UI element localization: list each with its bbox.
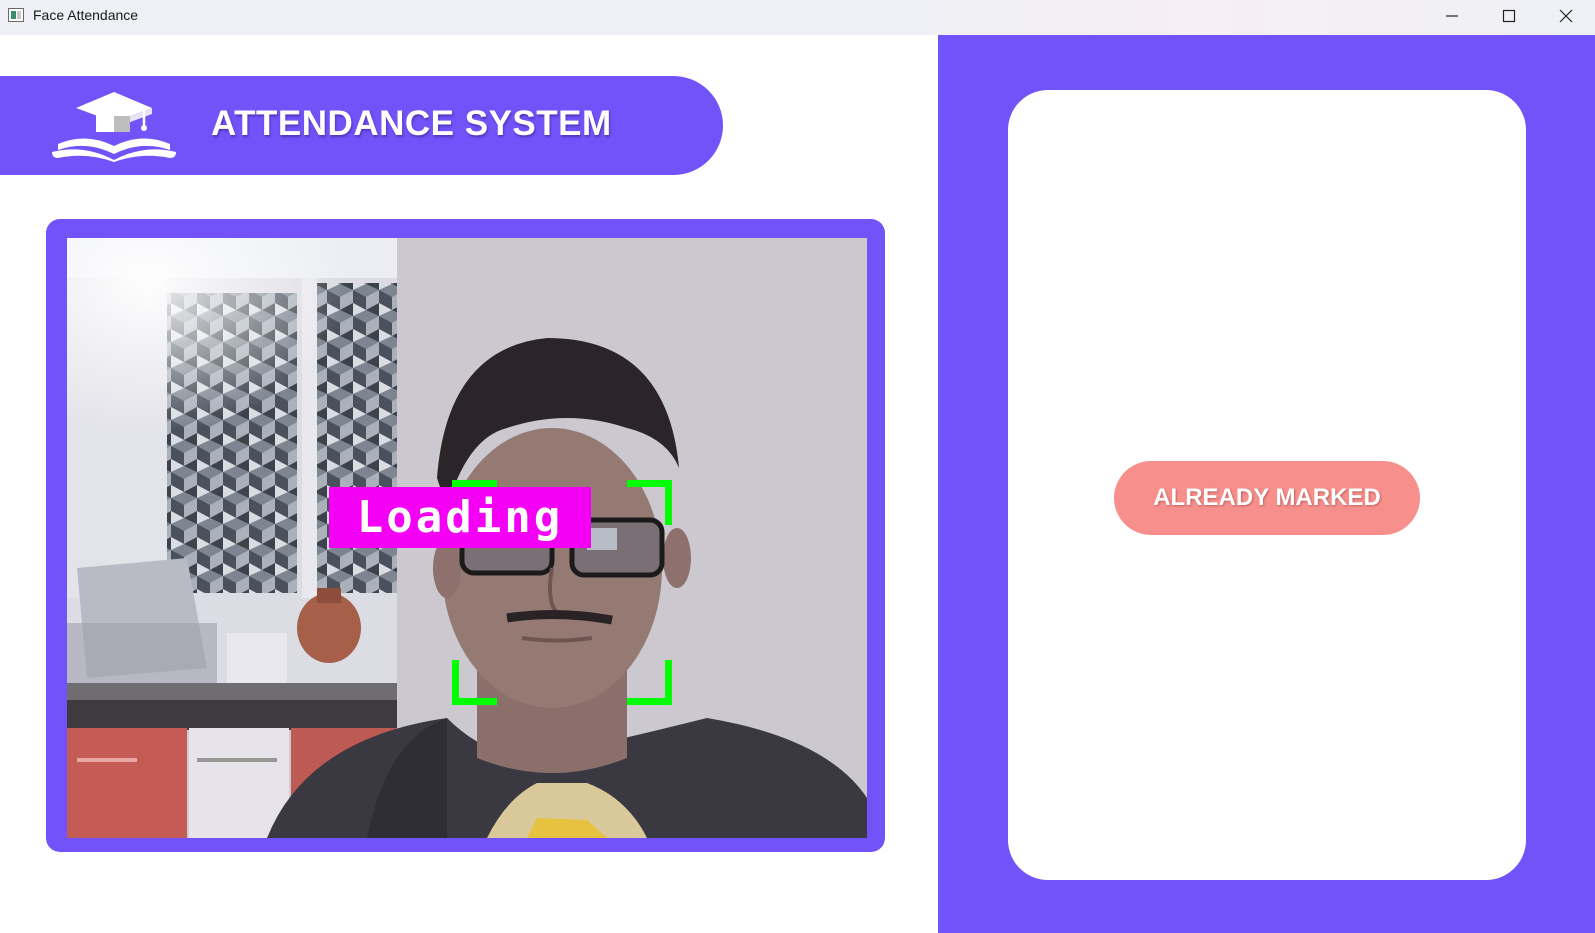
app-icon	[8, 8, 24, 22]
camera-feed: Loading	[67, 238, 867, 838]
app-title: ATTENDANCE SYSTEM	[211, 104, 612, 143]
app-window: Face Attendance ATTENDANCE SYSTEM Loadin…	[0, 0, 1595, 933]
camera-frame: Loading	[46, 219, 885, 852]
header-banner: ATTENDANCE SYSTEM	[0, 76, 723, 175]
right-panel: ALREADY MARKED	[938, 35, 1595, 933]
already-marked-badge: ALREADY MARKED	[1114, 461, 1420, 535]
minimize-icon	[1446, 15, 1458, 17]
face-box-corner-br	[627, 660, 672, 705]
minimize-button[interactable]	[1423, 0, 1481, 33]
graduation-cap-book-icon	[52, 92, 176, 162]
close-icon	[1559, 9, 1573, 23]
status-card: ALREADY MARKED	[1008, 90, 1526, 880]
face-box-corner-tr	[627, 480, 672, 525]
maximize-button[interactable]	[1480, 0, 1538, 33]
face-box-corner-bl	[452, 660, 497, 705]
loading-label: Loading	[329, 487, 591, 548]
maximize-icon	[1502, 9, 1516, 23]
title-bar[interactable]: Face Attendance	[0, 0, 1595, 35]
window-title: Face Attendance	[33, 7, 139, 23]
close-button[interactable]	[1537, 0, 1595, 33]
